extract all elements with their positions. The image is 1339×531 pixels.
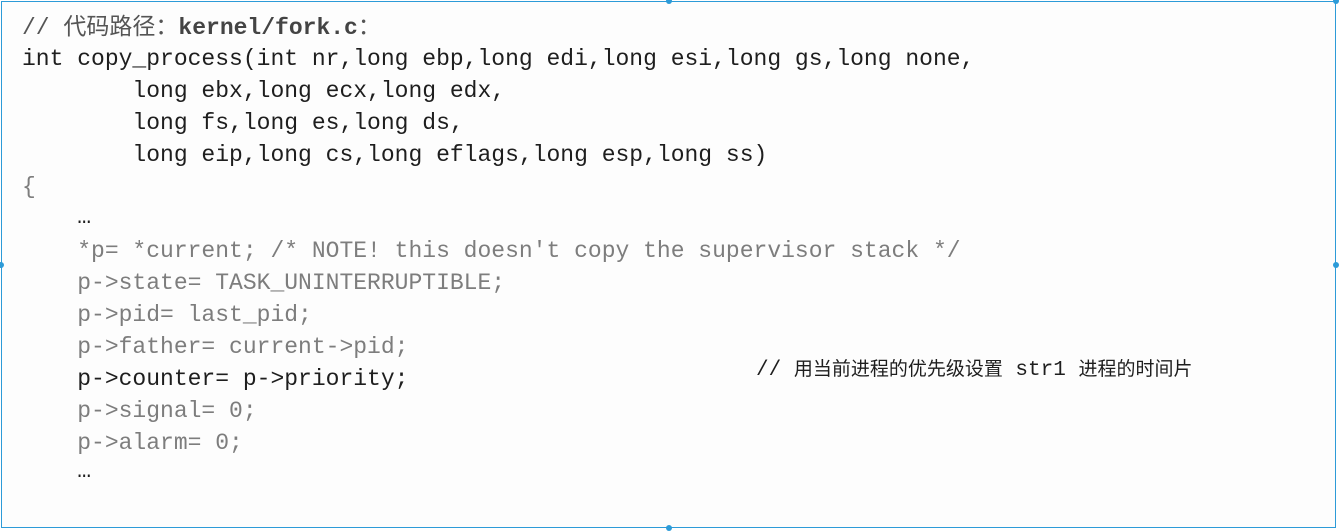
- code-path: kernel/fork.c: [178, 15, 358, 41]
- resize-handle-right[interactable]: [1333, 262, 1339, 268]
- code-line-father: p->father= current->pid;: [22, 334, 409, 360]
- counter-comment-code: str1: [1002, 359, 1079, 382]
- code-path-label: 代码路径：: [63, 14, 179, 40]
- code-line-signature: int copy_process(int nr,long ebp,long ed…: [22, 46, 975, 72]
- code-line-state: p->state= TASK_UNINTERRUPTIBLE;: [22, 270, 506, 296]
- code-line-signal: p->signal= 0;: [22, 398, 257, 424]
- code-path-suffix: ：: [357, 14, 381, 40]
- counter-comment-slashes: //: [756, 359, 794, 382]
- resize-handle-bottom[interactable]: [666, 525, 672, 531]
- code-line-ellipsis: …: [22, 204, 92, 230]
- code-line-counter: p->counter= p->priority;: [22, 366, 409, 392]
- comment-prefix: //: [22, 15, 64, 41]
- code-line-params-3: long fs,long es,long ds,: [22, 110, 464, 136]
- resize-handle-top-right[interactable]: [1333, 0, 1339, 4]
- code-line-alarm: p->alarm= 0;: [22, 430, 243, 456]
- code-line-open-brace: {: [22, 174, 36, 200]
- counter-comment: // 用当前进程的优先级设置 str1 进程的时间片: [756, 354, 1192, 384]
- code-line-params-4: long eip,long cs,long eflags,long esp,lo…: [22, 142, 768, 168]
- counter-comment-text-2: 进程的时间片: [1078, 358, 1193, 380]
- code-line-pid: p->pid= last_pid;: [22, 302, 312, 328]
- code-line-ellipsis-end: …: [22, 458, 92, 484]
- header-comment: // 代码路径：kernel/fork.c：: [22, 12, 381, 42]
- code-line-copy-current: *p= *current; /* NOTE! this doesn't copy…: [22, 238, 961, 264]
- counter-comment-text-1: 用当前进程的优先级设置: [793, 358, 1003, 380]
- code-line-params-2: long ebx,long ecx,long edx,: [22, 78, 506, 104]
